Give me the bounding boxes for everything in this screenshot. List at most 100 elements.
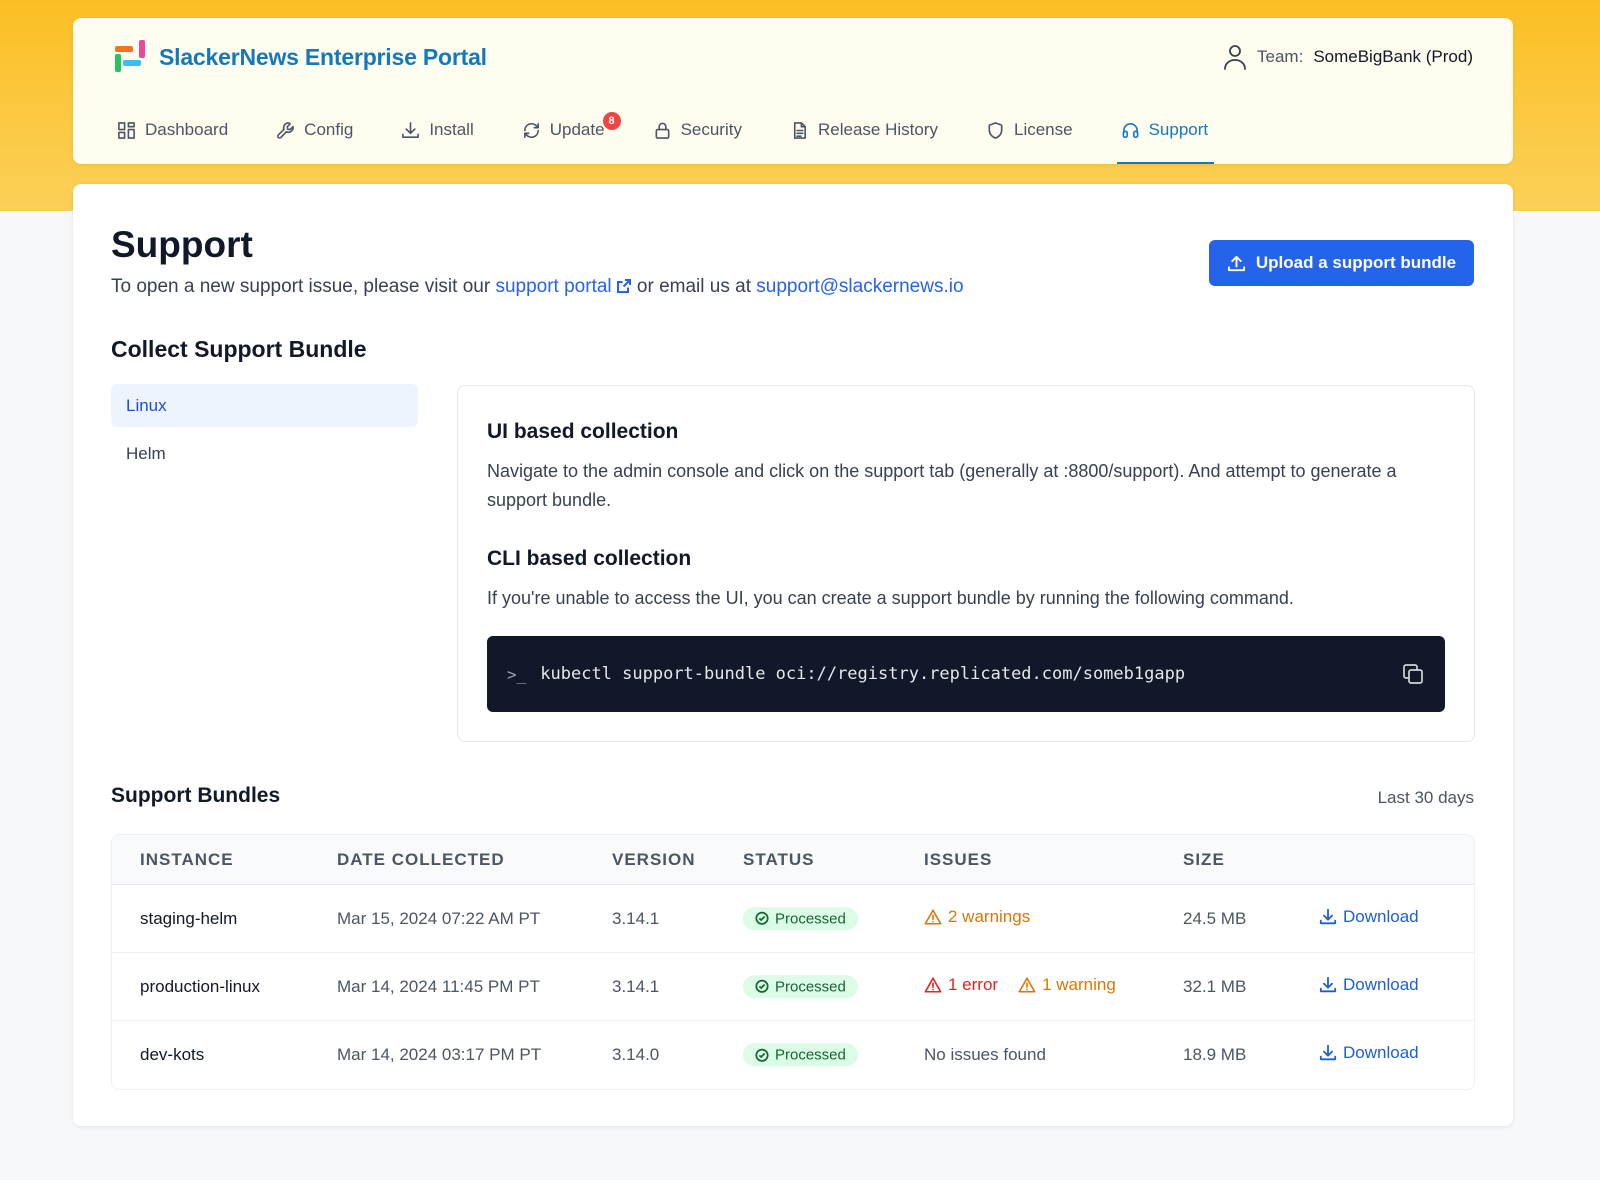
user-icon [1224, 45, 1246, 70]
lock-icon [655, 122, 670, 139]
support-portal-link[interactable]: support portal [495, 276, 631, 297]
version: 3.14.0 [612, 1045, 660, 1064]
brand-logo-icon [113, 40, 147, 74]
ui-collection-title: UI based collection [487, 420, 679, 443]
status-text: Processed [775, 1046, 846, 1064]
page-title: Support [111, 224, 253, 265]
tab-support-label: Support [1148, 120, 1209, 139]
column-header-size: SIZE [1183, 849, 1225, 869]
download-icon [402, 122, 420, 138]
support-portal-link-text: support portal [495, 276, 612, 297]
collect-section-title: Collect Support Bundle [111, 336, 367, 362]
column-header-version: VERSION [612, 849, 696, 869]
tab-release-history-label: Release History [817, 120, 938, 139]
check-circle-icon [755, 911, 769, 925]
error-triangle-icon [924, 976, 942, 993]
instance-name: production-linux [140, 976, 261, 996]
version: 3.14.1 [612, 976, 660, 996]
bundle-size: 32.1 MB [1183, 976, 1247, 996]
status-text: Processed [775, 909, 846, 927]
header: SlackerNews Enterprise Portal Team: Some… [73, 18, 1513, 164]
download-icon [1319, 908, 1337, 924]
version: 3.14.1 [612, 908, 660, 928]
tab-update[interactable]: Update 8 [522, 112, 629, 164]
table-row: dev-kots Mar 14, 2024 03:17 PM PT 3.14.0… [112, 1021, 1474, 1089]
download-icon [1319, 976, 1337, 992]
upload-button-label: Upload a support bundle [1255, 253, 1457, 272]
update-count-badge: 8 [602, 112, 621, 130]
cli-command-block[interactable]: >_ kubectl support-bundle oci://registry… [487, 636, 1445, 712]
issues: 2 warnings [924, 907, 1030, 931]
intro-prefix: To open a new support issue, please visi… [111, 276, 491, 297]
instance-name: staging-helm [140, 908, 238, 928]
intro-middle: or email us at [636, 276, 751, 297]
download-icon [1319, 1044, 1337, 1061]
date-collected: Mar 14, 2024 11:45 PM PT [337, 976, 540, 996]
download-button[interactable]: Download [1319, 1043, 1419, 1067]
warning-triangle-icon [924, 908, 942, 925]
tab-security[interactable]: Security [653, 116, 766, 164]
check-circle-icon [755, 979, 769, 993]
column-header-issues: ISSUES [924, 849, 993, 869]
brand[interactable]: SlackerNews Enterprise Portal [113, 40, 487, 74]
cli-collection-title: CLI based collection [487, 547, 692, 570]
tab-install-label: Install [429, 120, 474, 139]
tab-security-label: Security [680, 120, 742, 139]
cli-command[interactable]: kubectl support-bundle oci://registry.re… [540, 664, 1401, 684]
refresh-icon [523, 122, 539, 139]
team-name: SomeBigBank (Prod) [1313, 47, 1473, 66]
wrench-icon [277, 122, 294, 139]
date-collected: Mar 14, 2024 03:17 PM PT [337, 1045, 542, 1064]
support-intro: To open a new support issue, please visi… [111, 276, 964, 298]
column-header-instance: INSTANCE [140, 849, 234, 869]
tab-config[interactable]: Config [276, 116, 377, 164]
table-row: production-linux Mar 14, 2024 11:45 PM P… [112, 953, 1474, 1021]
column-header-status: STATUS [743, 849, 815, 869]
bundles-time-range[interactable]: Last 30 days [1378, 788, 1474, 808]
platform-tab-linux[interactable]: Linux [111, 384, 418, 427]
tab-license[interactable]: License [986, 116, 1097, 164]
bundle-size: 24.5 MB [1183, 908, 1247, 928]
headset-icon [1122, 123, 1139, 138]
bundle-size: 18.9 MB [1183, 1045, 1247, 1064]
status-badge: Processed [743, 906, 858, 931]
status-badge: Processed [743, 1043, 858, 1067]
support-email-link[interactable]: support@slackernews.io [756, 276, 963, 297]
check-circle-icon [755, 1048, 769, 1062]
warning-count: 1 warning [1042, 974, 1116, 994]
column-header-date: DATE COLLECTED [337, 849, 505, 869]
tab-update-label: Update [549, 120, 605, 139]
download-label: Download [1343, 1043, 1419, 1062]
portal-title: SlackerNews Enterprise Portal [159, 43, 487, 70]
download-button[interactable]: Download [1319, 907, 1419, 931]
download-button[interactable]: Download [1319, 975, 1419, 999]
tab-dashboard[interactable]: Dashboard [117, 116, 252, 164]
tab-support[interactable]: Support [1116, 116, 1233, 164]
shield-icon [988, 122, 1003, 139]
date-collected: Mar 15, 2024 07:22 AM PT [337, 908, 541, 928]
collection-instructions-panel: UI based collection Navigate to the admi… [457, 385, 1475, 742]
status-badge: Processed [743, 974, 858, 999]
upload-support-bundle-button[interactable]: Upload a support bundle [1209, 240, 1474, 286]
platform-tabs: Linux Helm [111, 384, 418, 480]
team-selector[interactable]: Team: SomeBigBank (Prod) [1223, 44, 1473, 70]
status-text: Processed [775, 977, 846, 995]
platform-tab-helm[interactable]: Helm [111, 432, 418, 475]
copy-icon[interactable] [1401, 662, 1425, 686]
tab-install[interactable]: Install [401, 116, 497, 164]
table-row: staging-helm Mar 15, 2024 07:22 AM PT 3.… [112, 885, 1474, 953]
support-page: Support To open a new support issue, ple… [73, 184, 1513, 1126]
upload-icon [1227, 255, 1245, 271]
issues: 1 error 1 warning [924, 975, 1116, 999]
cli-collection-text: If you're unable to access the UI, you c… [487, 588, 1294, 608]
main-nav: Dashboard Config Install Update 8 Securi… [117, 112, 1256, 164]
terminal-prompt-icon: >_ [507, 664, 527, 684]
download-label: Download [1343, 974, 1419, 994]
tab-release-history[interactable]: Release History [790, 116, 962, 164]
issues-none: No issues found [924, 1045, 1046, 1064]
instance-name: dev-kots [140, 1045, 205, 1064]
external-link-icon [616, 279, 631, 293]
support-bundles-table: INSTANCE DATE COLLECTED VERSION STATUS I… [111, 834, 1475, 1090]
dashboard-grid-icon [118, 122, 135, 139]
error-count: 1 error [948, 974, 999, 994]
